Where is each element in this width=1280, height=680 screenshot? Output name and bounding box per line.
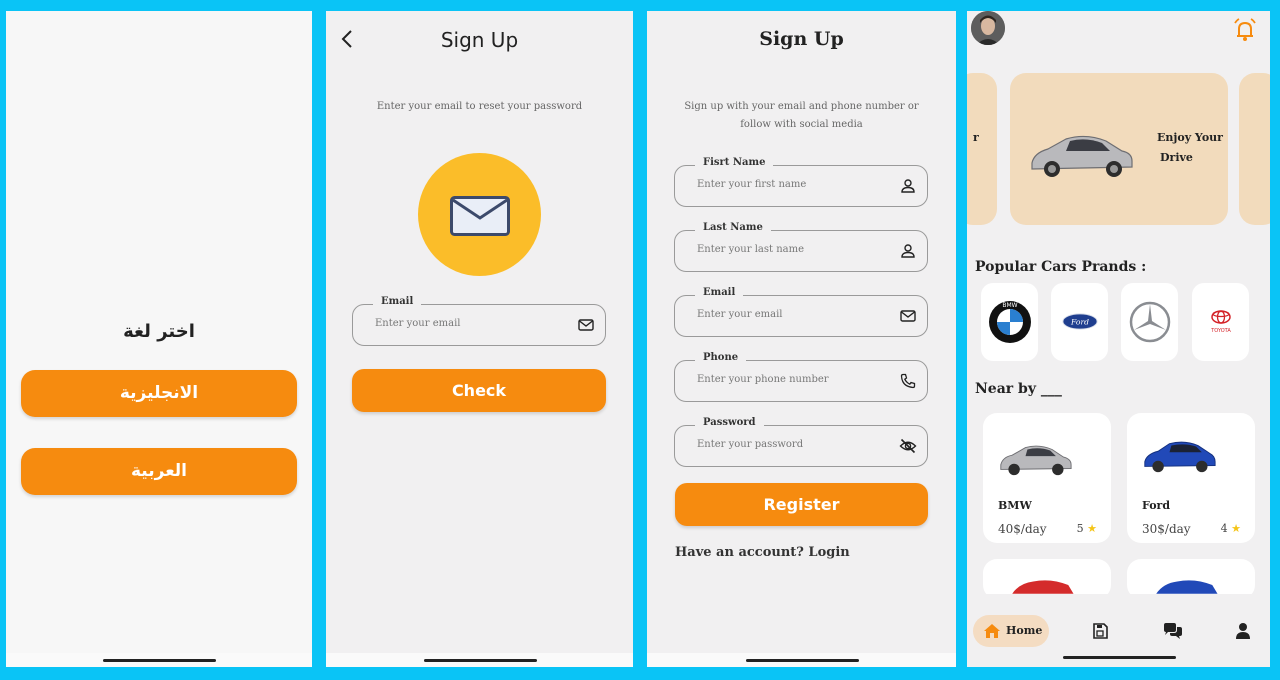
reset-password-screen: Sign Up Enter your email to reset your p…	[326, 11, 633, 667]
subtitle-line-2: follow with social media	[740, 119, 863, 130]
field-placeholder: Enter your password	[697, 439, 804, 450]
car-rating-value: 4	[1220, 522, 1228, 535]
banner-prev[interactable]: r	[967, 73, 997, 225]
home-indicator[interactable]	[423, 659, 537, 662]
arabic-button[interactable]: العربية	[21, 448, 297, 495]
save-icon[interactable]	[1091, 622, 1109, 640]
car-card-partial[interactable]	[983, 559, 1111, 599]
page-title: Sign Up	[759, 28, 844, 50]
first-name-field[interactable]: Fisrt Name Enter your first name	[674, 157, 928, 207]
check-button[interactable]: Check	[352, 369, 606, 412]
avatar[interactable]	[971, 11, 1005, 45]
brand-card-toyota[interactable]: TOYOTA	[1192, 283, 1249, 361]
page-title: Sign Up	[440, 28, 519, 52]
star-icon: ★	[1231, 522, 1241, 535]
car-card-partial[interactable]	[1127, 559, 1255, 599]
sign-up-screen: Sign Up Sign up with your email and phon…	[647, 11, 956, 667]
banner-line-2: Drive	[1160, 151, 1193, 164]
field-label: Phone	[695, 352, 747, 363]
subtitle: Enter your email to reset your password	[376, 101, 583, 112]
car-image-icon	[1156, 580, 1218, 594]
field-label: Password	[695, 417, 764, 428]
field-placeholder: Enter your last name	[697, 244, 804, 255]
language-screen: اختر لغة الانجليزية العربية	[6, 11, 312, 667]
login-link[interactable]: Have an account? Login	[675, 545, 850, 560]
car-image-icon	[1000, 445, 1072, 476]
person-icon	[901, 244, 915, 258]
bell-icon[interactable]	[1232, 17, 1258, 43]
avatar-portrait-icon	[971, 11, 1005, 45]
car-name: Ford	[1142, 499, 1171, 512]
mail-icon	[900, 310, 916, 322]
ford-logo-icon: Ford	[1062, 313, 1098, 330]
car-name: BMW	[998, 499, 1032, 512]
banner-line-1: Enjoy Your	[1157, 131, 1223, 144]
brand-card-bmw[interactable]: BMW	[981, 283, 1038, 361]
car-price: 40$/day	[998, 522, 1047, 536]
car-rating-value: 5	[1076, 522, 1084, 535]
bmw-logo-text: BMW	[1002, 302, 1017, 309]
profile-icon[interactable]	[1234, 622, 1252, 640]
mail-icon	[578, 319, 594, 331]
password-field[interactable]: Password Enter your password	[674, 417, 928, 467]
brand-card-mercedes[interactable]	[1121, 283, 1178, 361]
phone-icon	[900, 373, 916, 389]
email-placeholder: Enter your email	[375, 318, 461, 329]
subtitle-line-1: Sign up with your email and phone number…	[684, 101, 919, 112]
car-image-icon	[1144, 441, 1216, 473]
english-button[interactable]: الانجليزية	[21, 370, 297, 417]
language-title: اختر لغة	[123, 321, 195, 342]
banner-prev-text: r	[973, 131, 979, 144]
phone-field[interactable]: Phone Enter your phone number	[674, 352, 928, 402]
banner-next[interactable]	[1239, 73, 1270, 225]
banner-current[interactable]: Enjoy Your Drive	[1010, 73, 1228, 225]
email-label: Email	[373, 296, 422, 307]
field-placeholder: Enter your phone number	[697, 374, 829, 385]
nav-home[interactable]: Home	[973, 615, 1049, 647]
person-icon	[901, 179, 915, 193]
car-image-icon	[1012, 580, 1074, 594]
brand-card-ford[interactable]: Ford	[1051, 283, 1108, 361]
field-label: Fisrt Name	[695, 157, 774, 168]
field-label: Last Name	[695, 222, 771, 233]
car-rating: 4 ★	[1221, 522, 1241, 535]
car-image-icon	[1031, 135, 1133, 177]
bmw-logo-icon: BMW	[989, 301, 1031, 343]
mail-illustration	[418, 153, 541, 276]
toyota-logo-icon: TOYOTA	[1210, 310, 1231, 334]
last-name-field[interactable]: Last Name Enter your last name	[674, 222, 928, 272]
mercedes-logo-icon	[1129, 301, 1171, 343]
nearby-title: Near by ___	[975, 381, 1062, 397]
home-icon	[984, 624, 1000, 638]
home-indicator[interactable]	[745, 659, 859, 662]
field-placeholder: Enter your first name	[697, 179, 807, 190]
brands-title: Popular Cars Prands :	[975, 259, 1147, 275]
field-placeholder: Enter your email	[697, 309, 783, 320]
email-field[interactable]: Email Enter your email	[352, 296, 606, 346]
eye-off-icon[interactable]	[899, 437, 917, 455]
car-price: 30$/day	[1142, 522, 1191, 536]
home-indicator[interactable]	[1062, 656, 1176, 659]
star-icon: ★	[1087, 522, 1097, 535]
email-field[interactable]: Email Enter your email	[674, 287, 928, 337]
chat-icon[interactable]	[1163, 622, 1183, 640]
field-label: Email	[695, 287, 744, 298]
envelope-icon	[450, 196, 510, 236]
home-screen: r Enjoy Your Drive Popular Cars Prands :…	[967, 11, 1270, 667]
car-card-bmw[interactable]: BMW 40$/day 5 ★	[983, 413, 1111, 543]
register-button[interactable]: Register	[675, 483, 928, 526]
nav-home-label: Home	[1006, 624, 1043, 637]
home-indicator[interactable]	[103, 659, 216, 662]
car-rating: 5 ★	[1077, 522, 1097, 535]
ford-logo-text: Ford	[1070, 317, 1089, 326]
car-card-ford[interactable]: Ford 30$/day 4 ★	[1127, 413, 1255, 543]
toyota-logo-text: TOYOTA	[1210, 328, 1231, 334]
